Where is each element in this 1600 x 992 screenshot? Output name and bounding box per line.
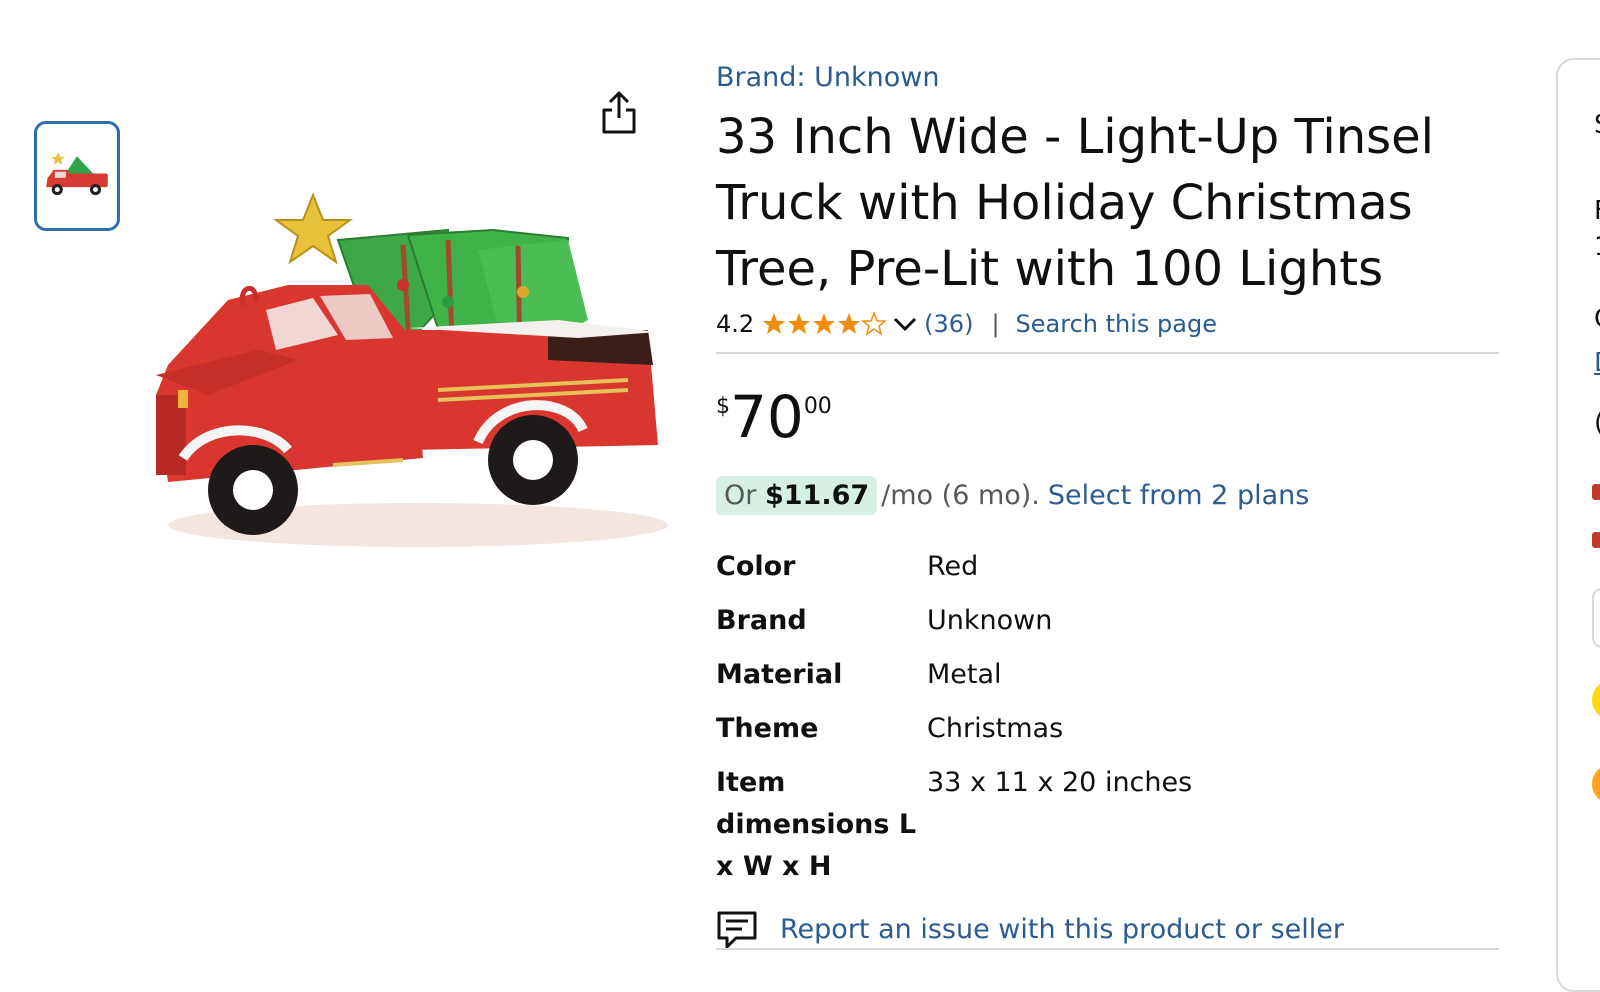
spec-key: Theme xyxy=(716,713,819,744)
buy-now-button[interactable] xyxy=(1592,764,1600,804)
spec-value: Metal xyxy=(927,659,1002,690)
product-title-line: Truck with Holiday Christmas xyxy=(716,175,1413,231)
share-button[interactable] xyxy=(600,90,638,136)
add-to-cart-button[interactable] xyxy=(1592,680,1600,720)
spec-value: Red xyxy=(927,551,979,582)
chevron-down-icon xyxy=(894,317,917,332)
product-main-image[interactable] xyxy=(148,190,678,560)
spec-value: Unknown xyxy=(927,605,1053,636)
star-rating[interactable] xyxy=(762,312,887,336)
star-icon xyxy=(838,313,861,334)
buy-box-text: F xyxy=(1594,196,1600,226)
buy-box-accent xyxy=(1592,532,1600,548)
price-whole: 70 xyxy=(730,383,804,451)
report-issue-link[interactable]: Report an issue with this product or sel… xyxy=(716,908,1344,950)
buy-box-accent xyxy=(1592,484,1600,500)
product-title-line: Tree, Pre-Lit with 100 Lights xyxy=(716,241,1384,297)
buy-box-panel: S F 1 C D ( xyxy=(1556,58,1600,992)
separator: | xyxy=(991,310,1000,338)
buy-box-text: ( xyxy=(1594,408,1600,438)
divider xyxy=(716,352,1499,354)
truck-illustration xyxy=(156,192,668,547)
select-plans-link[interactable]: Select from 2 plans xyxy=(1048,480,1309,511)
spec-key: Item dimensions L x W x H xyxy=(716,767,917,882)
rating-dropdown[interactable] xyxy=(892,315,918,333)
spec-key: Material xyxy=(716,659,843,690)
spec-value: 33 x 11 x 20 inches xyxy=(927,767,1193,798)
rating-value: 4.2 xyxy=(716,310,755,338)
star-icon xyxy=(861,312,887,336)
spec-row: Theme Christmas xyxy=(716,708,1192,762)
buy-box-text: 1 xyxy=(1594,232,1600,262)
installment-row: Or $11.67 /mo (6 mo). Select from 2 plan… xyxy=(716,476,1309,515)
report-icon xyxy=(717,911,757,949)
spec-key: Color xyxy=(716,551,796,582)
star-icon xyxy=(813,313,836,334)
divider xyxy=(716,948,1499,950)
brand-link[interactable]: Brand: Unknown xyxy=(716,62,939,93)
spec-key: Brand xyxy=(716,605,807,636)
review-count-link[interactable]: (36) xyxy=(924,310,973,338)
search-this-page-link[interactable]: Search this page xyxy=(1016,310,1217,338)
share-icon xyxy=(602,91,636,134)
buy-box-field[interactable] xyxy=(1592,588,1600,648)
product-title-line: 33 Inch Wide - Light-Up Tinsel xyxy=(716,109,1435,165)
installment-suffix: /mo (6 mo). xyxy=(881,480,1040,511)
star-icon xyxy=(763,313,786,334)
star-icon xyxy=(788,313,811,334)
installment-amount: $11.67 xyxy=(764,480,870,511)
buy-box-link[interactable]: D xyxy=(1594,348,1600,378)
spec-row: Item dimensions L x W x H 33 x 11 x 20 i… xyxy=(716,762,1192,888)
spec-value: Christmas xyxy=(927,713,1064,744)
buy-box-text: C xyxy=(1594,304,1600,334)
spec-table: Color Red Brand Unknown Material Metal T… xyxy=(716,546,1192,888)
star-rating-icons xyxy=(763,312,887,336)
spec-row: Material Metal xyxy=(716,654,1192,708)
price-fraction: 00 xyxy=(803,394,832,419)
rating-row: 4.2 (36) | Search this page xyxy=(716,310,1217,338)
buy-box-text: S xyxy=(1594,110,1600,140)
product-title: 33 Inch Wide - Light-Up Tinsel Truck wit… xyxy=(716,104,1456,302)
image-thumbnail[interactable] xyxy=(34,121,120,231)
spec-row: Color Red xyxy=(716,546,1192,600)
truck-thumbnail-image xyxy=(46,152,108,196)
price: $ 70 00 xyxy=(716,384,832,450)
installment-highlight: Or $11.67 xyxy=(716,476,878,515)
spec-row: Brand Unknown xyxy=(716,600,1192,654)
price-currency: $ xyxy=(716,394,730,419)
report-issue-label: Report an issue with this product or sel… xyxy=(780,913,1345,945)
installment-prefix: Or xyxy=(724,480,757,511)
